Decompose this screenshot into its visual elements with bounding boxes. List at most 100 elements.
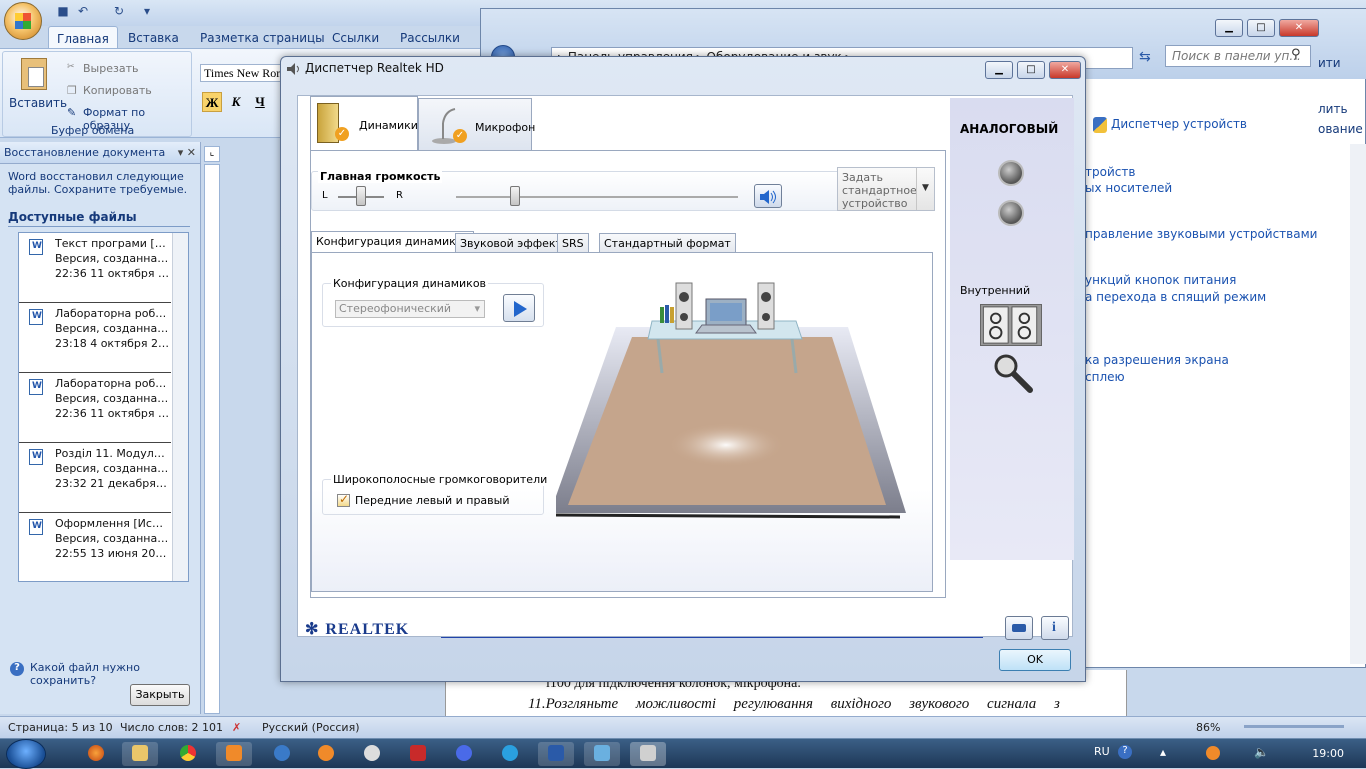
front-lr-checkbox[interactable] bbox=[337, 492, 350, 507]
page-count[interactable]: Страница: 5 из 10 bbox=[8, 721, 113, 734]
cp-link[interactable]: ых носителей bbox=[1085, 181, 1172, 195]
zoom-slider[interactable] bbox=[1244, 725, 1344, 728]
recovered-file-item[interactable]: Оформлення [Исходный] Версия, созданная … bbox=[19, 513, 171, 581]
recovered-file-item[interactable]: Текст програми [Исходный] Версия, создан… bbox=[19, 233, 171, 303]
tab-label: Микрофон bbox=[475, 121, 536, 134]
app-taskbar-button[interactable] bbox=[400, 742, 436, 766]
underline-button[interactable]: Ч bbox=[250, 92, 270, 112]
font-name-box[interactable]: Times New Roman bbox=[200, 64, 282, 82]
shield-icon bbox=[1093, 117, 1107, 133]
speaker-config-select[interactable]: Стереофонический bbox=[335, 300, 485, 318]
help-tray-icon[interactable]: ? bbox=[1118, 745, 1132, 759]
tab-mailings[interactable]: Рассылки bbox=[392, 29, 468, 49]
cp-link[interactable]: тройств bbox=[1085, 165, 1135, 179]
chrome-taskbar-button[interactable] bbox=[170, 742, 206, 766]
cp-link[interactable]: сплею bbox=[1085, 370, 1125, 384]
ribbon-right-label: ити bbox=[1318, 56, 1341, 70]
pane-menu-icon[interactable]: ▾ ✕ bbox=[178, 146, 196, 159]
skype-taskbar-button[interactable] bbox=[492, 742, 528, 766]
tab-srs[interactable]: SRS bbox=[557, 233, 589, 253]
cut-button[interactable]: Вырезать bbox=[83, 62, 138, 75]
close-window-button[interactable]: ✕ bbox=[1049, 61, 1081, 79]
spelling-icon[interactable]: ✗ bbox=[232, 721, 241, 734]
audio-jack-icon[interactable] bbox=[998, 200, 1024, 226]
app-taskbar-button[interactable] bbox=[264, 742, 300, 766]
minimize-button[interactable]: ▁ bbox=[985, 61, 1013, 79]
firefox-taskbar-button[interactable] bbox=[78, 742, 114, 766]
recovered-file-item[interactable]: Розділ 11. Модульне ... Версия, созданна… bbox=[19, 443, 171, 513]
undo-icon[interactable]: ↶ bbox=[74, 4, 92, 20]
device-manager-link[interactable]: Диспетчер устройств bbox=[1111, 117, 1247, 131]
tray-app-icon[interactable] bbox=[1206, 746, 1220, 760]
tab-speakers[interactable]: ✓ Динамики bbox=[310, 96, 418, 152]
search-input[interactable]: Поиск в панели уп... bbox=[1165, 45, 1311, 67]
settings-button[interactable] bbox=[1005, 616, 1033, 640]
orange-app-icon bbox=[318, 745, 334, 761]
redo-icon[interactable]: ↻ bbox=[110, 4, 128, 20]
bold-button[interactable]: Ж bbox=[202, 92, 222, 112]
tab-page-layout[interactable]: Разметка страницы bbox=[192, 29, 333, 49]
control-panel-taskbar-button[interactable] bbox=[584, 742, 620, 766]
explorer-taskbar-button[interactable] bbox=[122, 742, 158, 766]
volume-slider[interactable] bbox=[510, 186, 521, 206]
info-button[interactable]: i bbox=[1041, 616, 1069, 640]
close-window-button[interactable]: ✕ bbox=[1279, 19, 1319, 37]
ok-button[interactable]: OK bbox=[999, 649, 1071, 671]
realtek-taskbar-button[interactable] bbox=[630, 742, 666, 766]
app-taskbar-button[interactable] bbox=[308, 742, 344, 766]
recovered-file-item[interactable]: Лабораторна робота ... Версия, созданная… bbox=[19, 303, 171, 373]
qat-menu-icon[interactable]: ▾ bbox=[138, 4, 156, 20]
ruler-tab-selector[interactable]: ⌞ bbox=[204, 146, 220, 162]
italic-button[interactable]: К bbox=[226, 92, 246, 112]
word-doc-icon bbox=[29, 379, 43, 395]
zoom-level[interactable]: 86% bbox=[1196, 721, 1220, 734]
tray-expand-icon[interactable]: ▴ bbox=[1160, 745, 1166, 759]
clock[interactable]: 19:00 bbox=[1312, 747, 1344, 760]
tab-home[interactable]: Главная bbox=[48, 26, 118, 50]
paste-button[interactable]: Вставить bbox=[9, 96, 67, 110]
tab-sound-effect[interactable]: Звуковой эффект bbox=[455, 233, 567, 253]
save-icon[interactable]: ■ bbox=[54, 4, 72, 20]
internal-microphone-icon[interactable] bbox=[992, 352, 1036, 396]
file-list-scrollbar[interactable] bbox=[172, 233, 188, 581]
mute-button[interactable] bbox=[754, 184, 782, 208]
tab-insert[interactable]: Вставка bbox=[120, 29, 187, 49]
close-button[interactable]: Закрыть bbox=[130, 684, 190, 706]
maximize-button[interactable]: □ bbox=[1017, 61, 1045, 79]
front-lr-label: Передние левый и правый bbox=[355, 494, 510, 507]
realtek-logo: ✻ REALTEK bbox=[305, 617, 409, 640]
word-taskbar-button[interactable] bbox=[538, 742, 574, 766]
copy-button[interactable]: Копировать bbox=[83, 84, 152, 97]
tab-speaker-config[interactable]: Конфигурация динамиков bbox=[311, 231, 475, 253]
set-default-device-button[interactable]: Задать стандартное устройство ▼ bbox=[837, 167, 935, 211]
language-status[interactable]: Русский (Россия) bbox=[262, 721, 360, 734]
paste-icon[interactable] bbox=[21, 58, 47, 90]
recovered-file-item[interactable]: Лабораторна робота ... Версия, созданная… bbox=[19, 373, 171, 443]
tab-microphone[interactable]: ✓ Микрофон bbox=[418, 98, 536, 152]
refresh-icon[interactable]: ⇆ bbox=[1139, 49, 1151, 65]
audio-jack-icon[interactable] bbox=[998, 160, 1024, 186]
cp-link[interactable]: ка разрешения экрана bbox=[1085, 353, 1229, 367]
office-button[interactable] bbox=[4, 2, 42, 40]
play-test-button[interactable] bbox=[503, 294, 535, 322]
cp-link[interactable]: правление звуковыми устройствами bbox=[1085, 227, 1317, 241]
tab-references[interactable]: Ссылки bbox=[324, 29, 387, 49]
internal-speakers-icon[interactable] bbox=[980, 304, 1042, 346]
cp-link[interactable]: а перехода в спящий режим bbox=[1085, 290, 1266, 304]
balance-slider[interactable] bbox=[356, 186, 366, 206]
app-taskbar-button[interactable] bbox=[354, 742, 390, 766]
volume-tray-icon[interactable]: 🔈 bbox=[1254, 745, 1269, 759]
speaker-config-group: Конфигурация динамиков Стереофонический bbox=[322, 277, 544, 327]
maximize-button[interactable]: □ bbox=[1247, 19, 1275, 37]
input-language[interactable]: RU bbox=[1094, 745, 1110, 758]
minimize-button[interactable]: ▁ bbox=[1215, 19, 1243, 37]
media-taskbar-button[interactable] bbox=[216, 742, 252, 766]
tab-default-format[interactable]: Стандартный формат bbox=[599, 233, 736, 253]
document-scrollbar[interactable] bbox=[1350, 144, 1366, 664]
dropdown-arrow-icon[interactable]: ▼ bbox=[916, 168, 934, 210]
word-doc-icon bbox=[29, 239, 43, 255]
word-count[interactable]: Число слов: 2 101 bbox=[120, 721, 223, 734]
app-taskbar-button[interactable] bbox=[446, 742, 482, 766]
start-button[interactable] bbox=[6, 739, 46, 769]
cp-link[interactable]: ункций кнопок питания bbox=[1085, 273, 1236, 287]
